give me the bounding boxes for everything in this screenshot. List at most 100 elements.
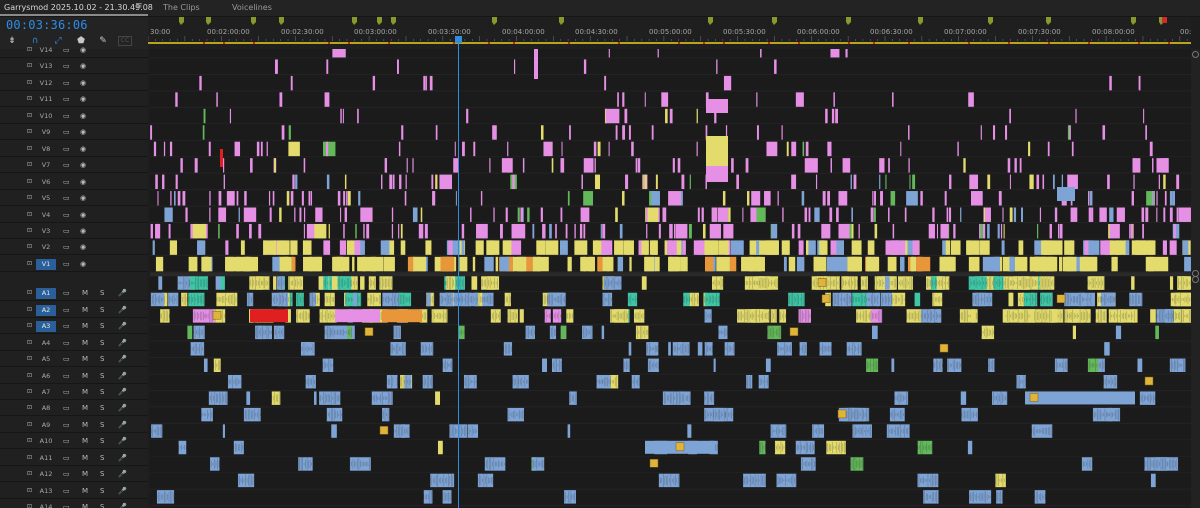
video-clip[interactable] xyxy=(532,223,535,239)
video-clip[interactable] xyxy=(1141,207,1145,222)
video-clip[interactable] xyxy=(1099,207,1107,222)
sequence-marker[interactable] xyxy=(772,17,777,22)
video-clip[interactable] xyxy=(1163,207,1166,222)
video-clip[interactable] xyxy=(987,223,990,239)
track-name-a13[interactable]: A13 xyxy=(36,486,56,497)
film-toggle-icon[interactable]: ▭ xyxy=(63,45,70,55)
video-clip[interactable] xyxy=(944,191,947,206)
audio-clip[interactable] xyxy=(246,391,251,405)
video-clip[interactable] xyxy=(1149,141,1153,157)
video-clip[interactable] xyxy=(892,223,895,239)
video-clip[interactable] xyxy=(1089,191,1093,206)
video-clip[interactable] xyxy=(1053,240,1063,255)
track-name-v7[interactable]: V7 xyxy=(36,160,56,171)
video-clip[interactable] xyxy=(1005,125,1008,140)
playhead-line[interactable] xyxy=(458,38,459,508)
video-clip[interactable] xyxy=(337,191,341,206)
video-clip[interactable] xyxy=(867,240,875,255)
video-clip[interactable] xyxy=(949,174,952,190)
audio-clip[interactable] xyxy=(382,309,422,323)
video-clip[interactable] xyxy=(157,191,159,206)
video-clip[interactable] xyxy=(272,256,280,272)
video-clip[interactable] xyxy=(1036,256,1051,272)
video-clip[interactable] xyxy=(1079,256,1093,272)
video-clip[interactable] xyxy=(716,59,718,74)
video-clip[interactable] xyxy=(229,108,232,124)
video-clip[interactable] xyxy=(401,125,404,140)
video-clip[interactable] xyxy=(672,158,675,173)
video-clip[interactable] xyxy=(162,174,165,190)
video-clip[interactable] xyxy=(833,92,835,107)
video-clip[interactable] xyxy=(1029,174,1034,190)
audio-clip[interactable] xyxy=(426,292,431,307)
voiceover-mic-icon[interactable]: 🎤 xyxy=(118,371,127,381)
film-toggle-icon[interactable]: ▭ xyxy=(63,127,70,137)
audio-clip[interactable] xyxy=(1006,309,1024,323)
video-clip[interactable] xyxy=(522,158,525,173)
video-clip[interactable] xyxy=(791,141,797,157)
time-ruler[interactable]: 30:00 00:02:00:00 00:02:30:00 00:03:00:00 00… xyxy=(148,17,1191,49)
audio-clip[interactable] xyxy=(1087,276,1105,290)
lock-icon[interactable]: ⊡ xyxy=(27,338,32,348)
lock-icon[interactable]: ⊡ xyxy=(27,160,32,170)
eye-visibility-icon[interactable]: ◉ xyxy=(80,259,86,269)
video-clip[interactable] xyxy=(821,223,831,239)
video-clip[interactable] xyxy=(372,75,376,91)
video-clip[interactable] xyxy=(760,49,762,58)
video-clip[interactable] xyxy=(249,223,252,239)
video-clip[interactable] xyxy=(228,191,235,206)
track-name-a3[interactable]: A3 xyxy=(36,321,56,333)
audio-clip[interactable] xyxy=(884,276,890,290)
video-clip[interactable] xyxy=(439,174,452,190)
video-clip[interactable] xyxy=(688,223,692,239)
video-clip[interactable] xyxy=(549,223,552,239)
video-clip[interactable] xyxy=(791,174,796,190)
audio-clip[interactable] xyxy=(832,292,850,307)
video-clip[interactable] xyxy=(689,174,691,190)
video-clip[interactable] xyxy=(900,256,905,272)
video-clip[interactable] xyxy=(677,158,681,173)
video-clip[interactable] xyxy=(318,207,322,222)
video-clip[interactable] xyxy=(1176,174,1180,190)
audio-clip[interactable] xyxy=(687,424,692,438)
video-clip[interactable] xyxy=(583,191,594,206)
video-clip[interactable] xyxy=(718,240,729,255)
video-clip[interactable] xyxy=(798,240,804,255)
video-clip[interactable] xyxy=(628,125,631,140)
video-clip[interactable] xyxy=(696,141,698,157)
video-clip[interactable] xyxy=(425,240,432,255)
video-clip[interactable] xyxy=(357,256,365,272)
video-clip[interactable] xyxy=(208,141,211,157)
video-clip[interactable] xyxy=(541,125,544,140)
video-clip[interactable] xyxy=(323,240,331,255)
audio-clip[interactable] xyxy=(891,358,895,372)
video-clip[interactable] xyxy=(635,158,638,173)
video-clip[interactable] xyxy=(866,256,880,272)
video-clip[interactable] xyxy=(218,207,227,222)
video-clip[interactable] xyxy=(268,191,271,206)
video-clip[interactable] xyxy=(279,256,290,272)
video-clip[interactable] xyxy=(540,207,543,222)
video-clip[interactable] xyxy=(932,207,935,222)
video-clip[interactable] xyxy=(872,191,874,206)
video-clip[interactable] xyxy=(795,92,804,107)
video-clip[interactable] xyxy=(678,223,680,239)
video-clip[interactable] xyxy=(164,207,173,222)
video-clip[interactable] xyxy=(646,223,648,239)
video-clip[interactable] xyxy=(1088,207,1092,222)
video-clip[interactable] xyxy=(225,240,229,255)
sync-lock-icon[interactable]: ▭ xyxy=(63,321,70,331)
video-clip[interactable] xyxy=(274,59,278,74)
video-clip[interactable] xyxy=(220,149,223,167)
video-clip[interactable] xyxy=(801,191,805,206)
video-clip[interactable] xyxy=(644,256,655,272)
sync-lock-icon[interactable]: ▭ xyxy=(63,354,70,364)
video-clip[interactable] xyxy=(766,141,778,157)
track-name-v6[interactable]: V6 xyxy=(36,177,56,188)
video-clip[interactable] xyxy=(1052,174,1055,190)
video-clip[interactable] xyxy=(1156,158,1169,173)
video-clip[interactable] xyxy=(290,191,294,206)
eye-visibility-icon[interactable]: ◉ xyxy=(80,127,86,137)
video-clip[interactable] xyxy=(1130,223,1134,239)
video-clip[interactable] xyxy=(973,191,975,206)
